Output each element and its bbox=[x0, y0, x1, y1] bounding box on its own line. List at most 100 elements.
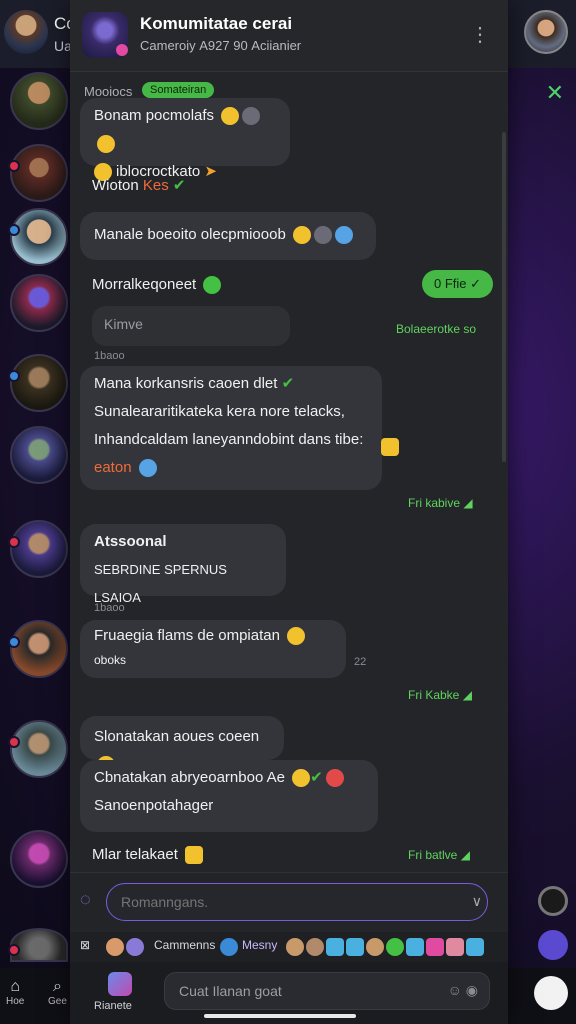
avatar-chip[interactable] bbox=[306, 938, 324, 956]
timestamp: 1baoo bbox=[94, 350, 125, 362]
emoji-icon bbox=[221, 107, 240, 126]
contact-avatar[interactable] bbox=[8, 520, 68, 578]
message-text[interactable]: Mlar telakaet bbox=[92, 846, 204, 865]
link-icon[interactable]: ⊠ bbox=[80, 938, 90, 952]
online-badge bbox=[116, 44, 128, 56]
reaction-icon[interactable] bbox=[381, 438, 399, 456]
chat-subtitle: Cameroiy А927 90 Aciianier bbox=[140, 38, 302, 53]
emoji-icon bbox=[313, 226, 332, 245]
emoji-icon bbox=[185, 846, 204, 865]
contact-avatar[interactable] bbox=[8, 620, 68, 678]
emoji-picker-icon[interactable]: ☺ ◉ bbox=[448, 982, 478, 999]
sticker-icon[interactable] bbox=[326, 938, 344, 956]
contact-avatar[interactable] bbox=[8, 928, 68, 962]
chat-title: Komumitatae cerai bbox=[140, 14, 293, 33]
message-list: Mooiocs Somateiran Bonam pocmolafs ibloc… bbox=[70, 72, 508, 872]
status-circle[interactable] bbox=[538, 886, 568, 916]
emoji-icon bbox=[203, 276, 222, 295]
check-icon: ◢ bbox=[462, 688, 472, 702]
sticker-icon[interactable] bbox=[466, 938, 484, 956]
emoji-icon bbox=[334, 226, 353, 245]
contact-avatar[interactable] bbox=[8, 720, 68, 778]
message-composer: ◌ ∨ bbox=[70, 872, 508, 930]
more-options-icon[interactable]: ⋮ bbox=[470, 22, 490, 47]
sticker-icon[interactable] bbox=[426, 938, 444, 956]
profile-avatar[interactable] bbox=[524, 10, 568, 54]
chat-panel: Komumitatae cerai Cameroiy А927 90 Aciia… bbox=[70, 0, 508, 1024]
contact-list bbox=[0, 68, 72, 968]
message-count: 22 bbox=[354, 656, 367, 668]
message-bubble[interactable]: Cbnatakan abryeoarnboo Ae ✔ Sanoenpotaha… bbox=[80, 760, 378, 832]
profile-button[interactable] bbox=[534, 976, 568, 1010]
leaf-icon: ✔ bbox=[310, 769, 323, 786]
avatar-chip[interactable] bbox=[220, 938, 238, 956]
app-label: Rianete bbox=[94, 1000, 132, 1012]
avatar-chip[interactable] bbox=[106, 938, 124, 956]
emoji-icon: ➤ bbox=[204, 163, 217, 180]
delivery-status: Fri kabive ◢ bbox=[408, 496, 473, 510]
emoji-icon bbox=[97, 135, 115, 154]
notification-dot bbox=[8, 736, 20, 748]
message-bubble[interactable]: Mana korkansris caoen dlet ✔ Sunalearari… bbox=[80, 366, 382, 490]
emoji-icon bbox=[138, 459, 157, 478]
avatar-chip[interactable] bbox=[366, 938, 384, 956]
check-icon: ◢ bbox=[463, 496, 473, 510]
avatar-chip[interactable] bbox=[286, 938, 304, 956]
nav-search[interactable]: ⌕ Gee bbox=[48, 978, 67, 1007]
message-bubble[interactable]: Slonatakan aoues coeen bbox=[80, 716, 284, 775]
outgoing-bubble[interactable]: 0 Ffie ✓ bbox=[422, 270, 494, 298]
chevron-down-icon[interactable]: ∨ bbox=[472, 893, 482, 910]
status-pill[interactable]: Somateiran bbox=[142, 82, 215, 98]
message-text[interactable]: Morralkeqoneet bbox=[92, 276, 222, 295]
emoji-icon bbox=[287, 627, 306, 646]
leaf-icon: ✔ bbox=[281, 375, 295, 392]
chat-footer: Rianete Cuat Ilanan goat ☺ ◉ bbox=[70, 962, 508, 1024]
app-icon[interactable] bbox=[108, 972, 132, 996]
emoji-icon bbox=[242, 107, 261, 126]
notification-dot bbox=[8, 370, 20, 382]
emoji-icon bbox=[292, 226, 311, 245]
message-input[interactable] bbox=[106, 883, 488, 921]
sticker-icon[interactable] bbox=[346, 938, 364, 956]
read-check-icon: ✓ bbox=[470, 276, 482, 291]
mentions-link[interactable]: Mesny bbox=[242, 938, 277, 952]
sticker-icon[interactable] bbox=[406, 938, 424, 956]
contact-avatar[interactable] bbox=[8, 208, 68, 266]
chat-header: Komumitatae cerai Cameroiy А927 90 Aciia… bbox=[70, 0, 508, 72]
message-bubble[interactable]: Fruaegia flams de ompiatan oboks bbox=[80, 620, 346, 678]
quick-bar: ⊠ Cammenns Mesny bbox=[70, 932, 508, 962]
delivery-status: Bolaeerotke so bbox=[396, 322, 477, 336]
notification-dot bbox=[8, 636, 20, 648]
emoji-icon bbox=[292, 769, 311, 788]
contact-avatar[interactable] bbox=[10, 830, 68, 888]
comments-link[interactable]: Cammenns bbox=[154, 938, 215, 952]
contact-avatar[interactable] bbox=[8, 144, 68, 202]
contact-avatar[interactable] bbox=[10, 426, 68, 484]
check-icon: ◢ bbox=[460, 848, 470, 862]
background-avatar[interactable] bbox=[4, 10, 48, 54]
side-widgets bbox=[506, 870, 576, 970]
footer-search[interactable]: Cuat Ilanan goat bbox=[164, 972, 490, 1010]
section-label: Mooiocs bbox=[84, 84, 133, 99]
message-bubble[interactable]: Manale boeoito olecpmiooob bbox=[80, 212, 376, 260]
avatar-chip[interactable] bbox=[126, 938, 144, 956]
message-text[interactable]: Wioton Kes ✔ bbox=[92, 176, 185, 194]
search-icon: ⌕ bbox=[52, 978, 62, 995]
reply-field[interactable]: Kimve bbox=[92, 306, 290, 346]
notification-dot bbox=[8, 536, 20, 548]
contact-avatar[interactable] bbox=[8, 354, 68, 412]
sticker-icon[interactable] bbox=[446, 938, 464, 956]
contact-avatar[interactable] bbox=[10, 72, 68, 130]
scrollbar[interactable] bbox=[502, 132, 506, 462]
timer-icon[interactable] bbox=[538, 930, 568, 960]
attach-icon[interactable]: ◌ bbox=[80, 889, 91, 910]
nav-home[interactable]: ⌂ Hoe bbox=[6, 978, 24, 1007]
sticker-icon[interactable] bbox=[386, 938, 404, 956]
timestamp: 1baoo bbox=[94, 602, 125, 614]
home-icon: ⌂ bbox=[10, 978, 21, 995]
emoji-icon bbox=[325, 769, 344, 788]
message-bubble[interactable]: Atssoonal SEBRDINE SPERNUS LSAIOA bbox=[80, 524, 286, 605]
contact-avatar[interactable] bbox=[10, 274, 68, 332]
close-icon[interactable]: ✕ bbox=[546, 80, 564, 106]
message-bubble[interactable]: Bonam pocmolafs iblocroctkato ➤ bbox=[80, 98, 290, 182]
